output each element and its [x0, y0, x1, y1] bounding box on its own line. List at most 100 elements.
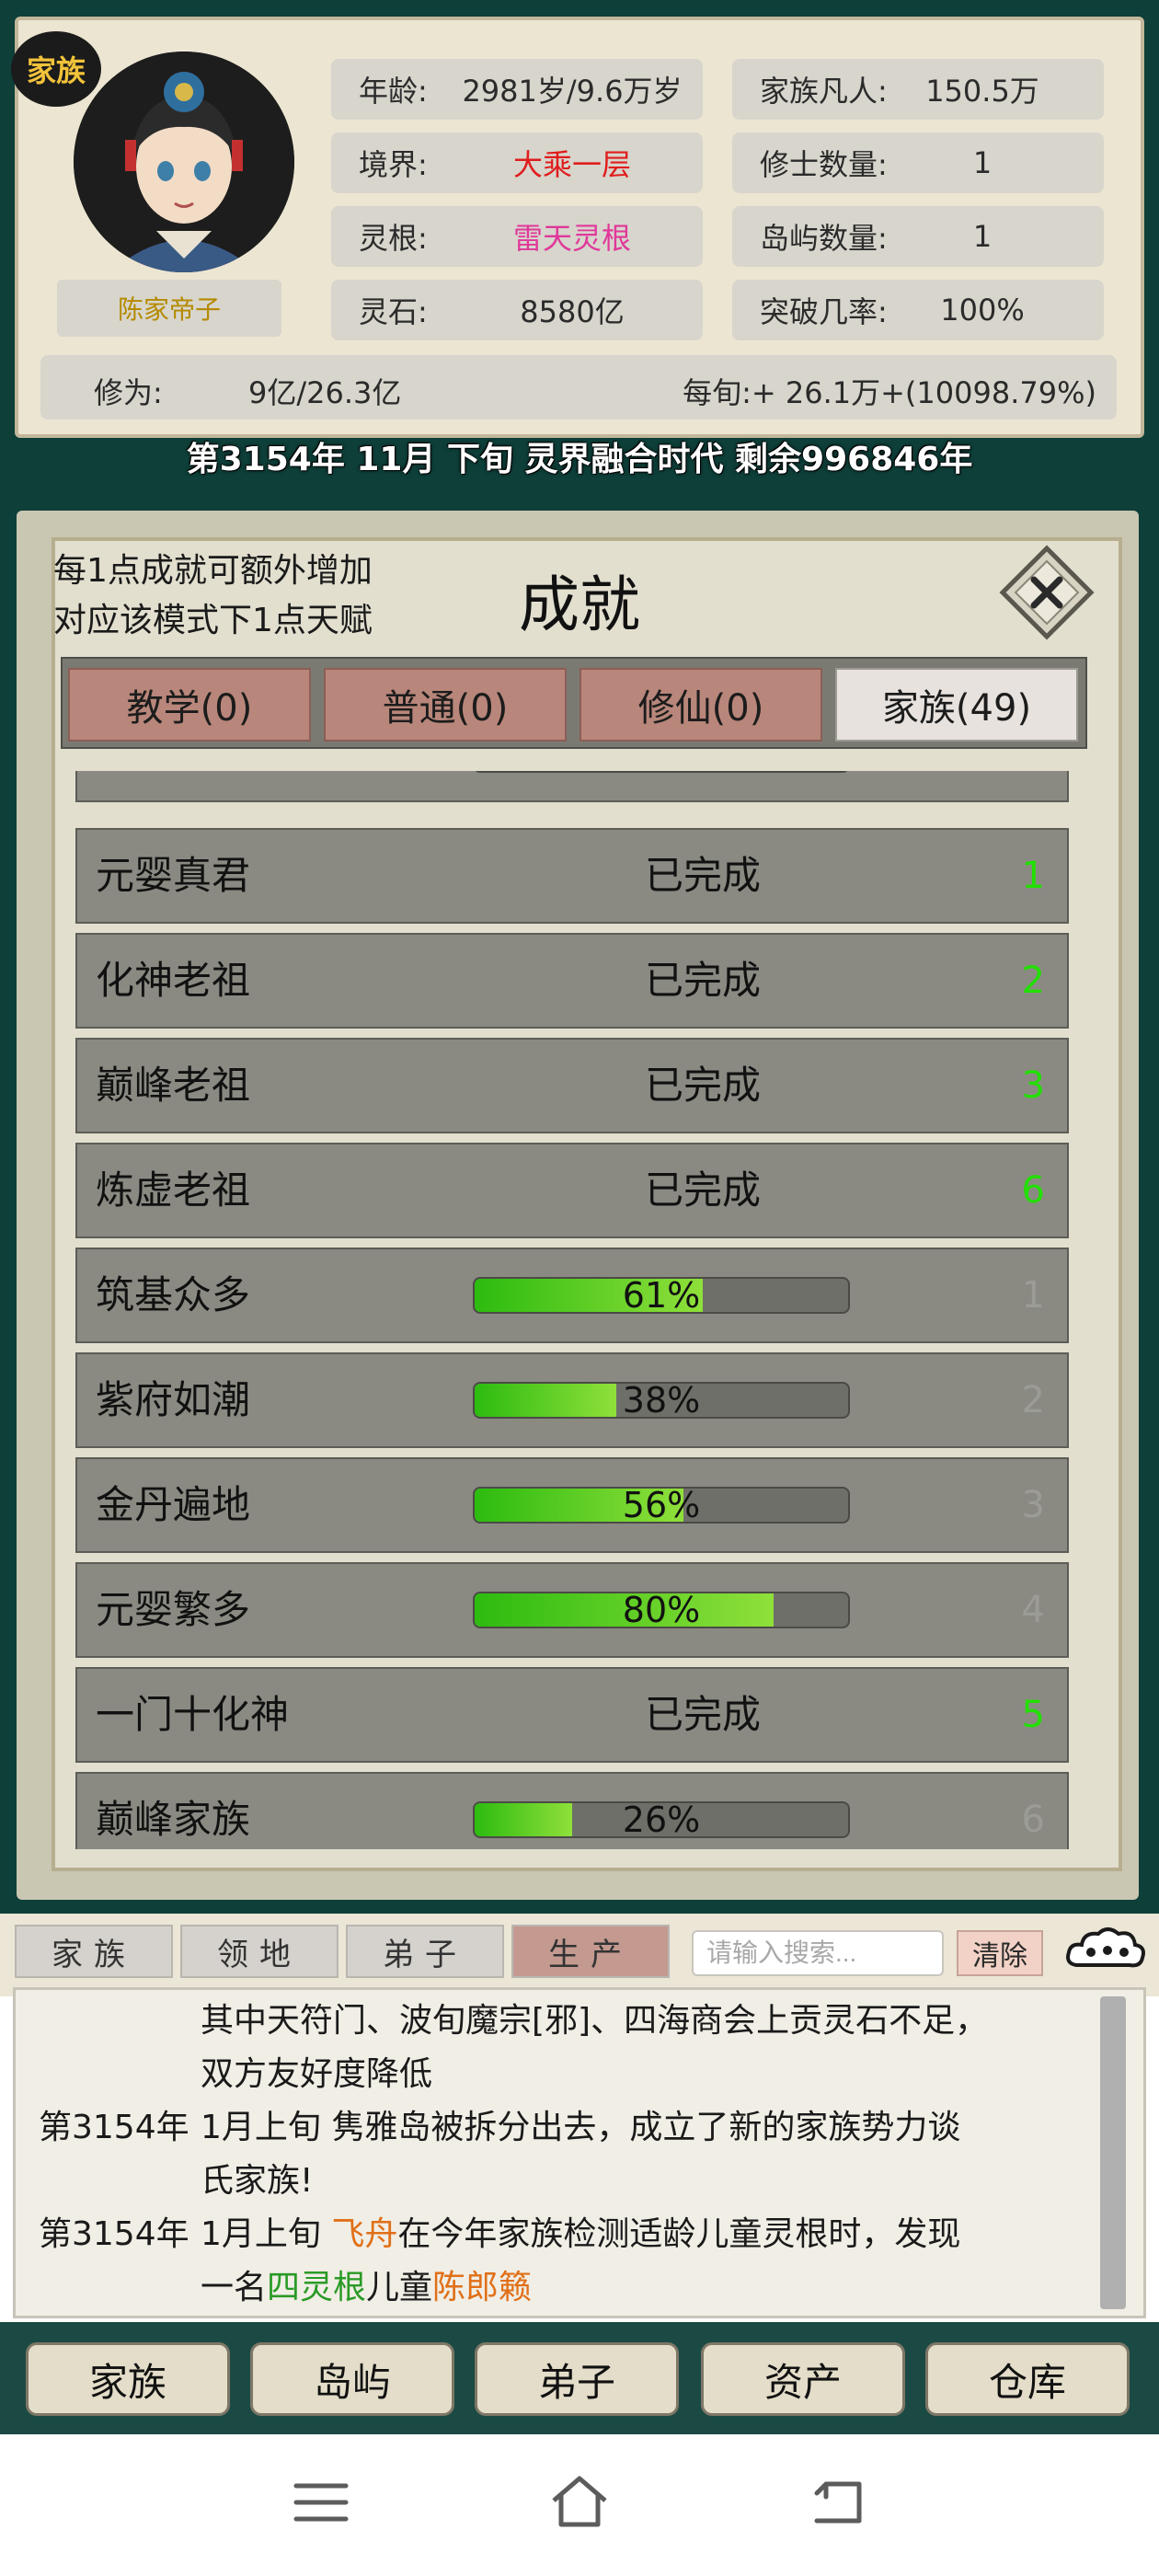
stat-spirit-stones-value: 8580亿: [520, 294, 625, 329]
stat-realm-value: 大乘一层: [512, 147, 631, 182]
menu-icon[interactable]: [289, 2475, 353, 2530]
log-time: 第3154年: [39, 2109, 189, 2146]
progress-label: 38%: [622, 1382, 701, 1419]
achievement-name: 炼虚老祖: [96, 1167, 251, 1213]
nav-clan-button[interactable]: 家族: [26, 2342, 230, 2416]
achievement-points: 1: [1021, 1274, 1045, 1317]
log-time: 第3154年: [39, 2215, 189, 2253]
achievement-name: 仙族巨擘: [96, 771, 250, 800]
stat-age-label: 年龄:: [359, 74, 428, 109]
cultivation-row: 修为: 9亿/26.3亿 每旬:+ 26.1万+(10098.79%): [40, 355, 1117, 420]
achievement-row: 仙族巨擘 0% 10: [75, 771, 1069, 802]
log-line: 氏家族!: [201, 2162, 314, 2200]
achievement-progress-bar: 0%: [473, 771, 850, 773]
character-name: 陈家帝子: [57, 280, 281, 337]
achievement-row: 元婴繁多 80% 4: [75, 1562, 1069, 1658]
tab-teaching[interactable]: 教学(0): [68, 668, 311, 742]
stat-spirit-stones-label: 灵石:: [359, 294, 428, 329]
achievement-points: 2: [1021, 1379, 1045, 1421]
stat-cultivators-value: 1: [972, 145, 993, 180]
achievement-row: 金丹遍地 56% 3: [75, 1457, 1069, 1553]
progress-label: 80%: [622, 1592, 701, 1628]
stat-spirit-root: 灵根: 雷天灵根: [331, 206, 703, 267]
home-icon[interactable]: [546, 2471, 613, 2532]
achievement-status: 已完成: [644, 1063, 761, 1108]
log-text: 在今年家族检测适龄儿童灵根时，发现: [397, 2215, 961, 2253]
progress-label: 26%: [622, 1801, 701, 1838]
achievement-name: 一门十化神: [96, 1692, 290, 1737]
back-icon[interactable]: [804, 2473, 870, 2530]
progress-label: 56%: [622, 1487, 701, 1524]
achievement-progress-bar: 26%: [473, 1801, 850, 1838]
achievement-points: 3: [1021, 1484, 1045, 1526]
achievement-progress-bar: 61%: [473, 1277, 850, 1314]
stat-realm-label: 境界:: [359, 147, 428, 182]
achievement-row: 紫府如潮 38% 2: [75, 1352, 1069, 1448]
tab-normal[interactable]: 普通(0): [324, 668, 567, 742]
achievement-row: 元婴真君 已完成 1: [75, 828, 1069, 924]
achievement-name: 化神老祖: [96, 958, 251, 1003]
stat-islands: 岛屿数量: 1: [732, 206, 1104, 267]
log-tab-disciples[interactable]: 弟子: [346, 1925, 504, 1978]
achievement-name: 巅峰老祖: [96, 1063, 251, 1108]
stat-mortals: 家族凡人: 150.5万: [732, 59, 1104, 120]
log-highlight-child: 陈郎籁: [432, 2269, 533, 2306]
nav-disciples-button[interactable]: 弟子: [475, 2342, 679, 2416]
stat-islands-value: 1: [972, 219, 993, 254]
log-tab-production[interactable]: 生产: [511, 1925, 670, 1978]
stat-age: 年龄: 2981岁/9.6万岁: [331, 59, 703, 120]
achievement-row: 炼虚老祖 已完成 6: [75, 1143, 1069, 1238]
achievement-name: 元婴真君: [96, 853, 251, 898]
achievement-name: 紫府如潮: [96, 1377, 251, 1422]
log-scrollbar[interactable]: [1100, 1996, 1126, 2309]
stat-realm: 境界: 大乘一层: [331, 132, 703, 193]
achievement-progress-bar: 56%: [473, 1487, 850, 1524]
nav-warehouse-button[interactable]: 仓库: [925, 2342, 1130, 2416]
stat-age-value: 2981岁/9.6万岁: [462, 74, 683, 109]
cloud-icon[interactable]: [1063, 1923, 1148, 1982]
achievement-row: 巅峰家族 26% 6: [75, 1772, 1069, 1849]
system-nav-bar: [0, 2434, 1159, 2576]
achievement-name: 巅峰家族: [96, 1797, 251, 1842]
achievement-points: 6: [1021, 1169, 1045, 1212]
log-tab-clan[interactable]: 家族: [15, 1925, 173, 1978]
stat-mortals-value: 150.5万: [925, 74, 1039, 109]
achievement-progress-bar: 38%: [473, 1382, 850, 1419]
tab-clan[interactable]: 家族(49): [835, 668, 1078, 742]
achievement-points: 6: [1021, 1799, 1045, 1841]
game-date: 第3154年 11月 下旬 灵界融合时代 剩余996846年: [186, 441, 973, 478]
achievement-name: 金丹遍地: [96, 1482, 251, 1527]
achievement-row: 一门十化神 已完成 5: [75, 1667, 1069, 1763]
nav-assets-button[interactable]: 资产: [701, 2342, 905, 2416]
achievement-points: 2: [1021, 960, 1045, 1002]
log-line: 1月上旬 飞舟在今年家族检测适龄儿童灵根时，发现: [201, 2208, 960, 2261]
clan-badge[interactable]: 家族: [11, 31, 101, 107]
close-icon: [999, 545, 1095, 640]
cultivation-label: 修为:: [94, 375, 163, 410]
achievement-status: 已完成: [644, 853, 761, 898]
achievement-row: 化神老祖 已完成 2: [75, 933, 1069, 1029]
stat-cultivators: 修士数量: 1: [732, 132, 1104, 193]
achievement-list[interactable]: 仙族巨擘 0% 10 元婴真君 已完成 1 化神老祖 已完成 2 巅峰老祖 已完…: [72, 771, 1074, 1849]
nav-islands-button[interactable]: 岛屿: [250, 2342, 454, 2416]
log-text: 1月上旬: [201, 2215, 332, 2253]
log-tab-territory[interactable]: 领地: [180, 1925, 339, 1978]
close-button[interactable]: [999, 545, 1095, 640]
achievement-points: 5: [1021, 1694, 1045, 1736]
avatar[interactable]: [74, 52, 294, 272]
tab-cultivation[interactable]: 修仙(0): [580, 668, 822, 742]
achievement-points: 10: [998, 771, 1045, 800]
achievement-row: 筑基众多 61% 1: [75, 1248, 1069, 1343]
log-line: 1月上旬 隽雅岛被拆分出去，成立了新的家族势力谈: [201, 2109, 961, 2146]
cultivation-value: 9亿/26.3亿: [248, 375, 402, 410]
stat-breakthrough: 突破几率: 100%: [732, 280, 1104, 340]
log-line: 双方友好度降低: [201, 2055, 433, 2093]
stat-breakthrough-value: 100%: [940, 293, 1025, 328]
achievement-progress-bar: 80%: [473, 1592, 850, 1628]
achievement-status: 已完成: [644, 1692, 761, 1737]
clear-button[interactable]: 清除: [957, 1930, 1043, 1976]
search-input[interactable]: [692, 1930, 944, 1976]
log-text: 一名: [201, 2269, 268, 2306]
cultivation-rate: 每旬:+ 26.1万+(10098.79%): [683, 375, 1096, 410]
achievement-name: 元婴繁多: [96, 1587, 251, 1632]
